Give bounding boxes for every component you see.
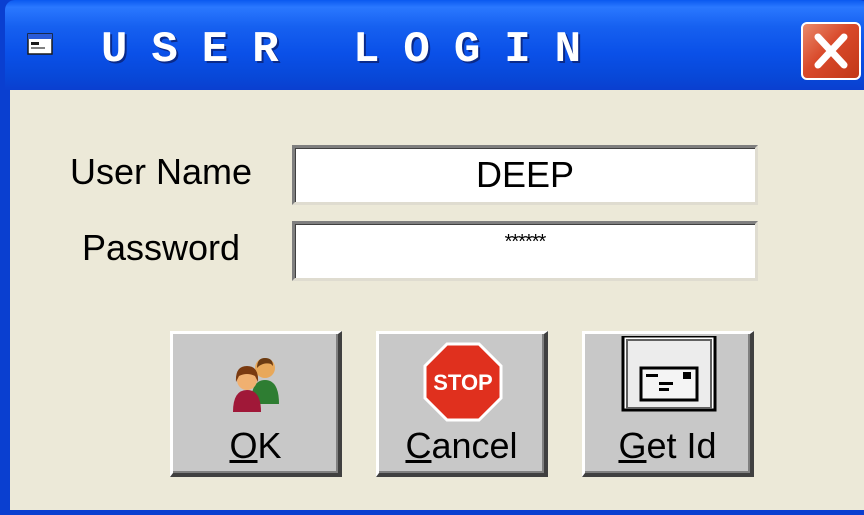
window-icon — [27, 33, 53, 55]
ok-button[interactable]: OK — [170, 331, 342, 477]
users-icon — [233, 358, 279, 412]
stop-sign-icon: STOP — [423, 342, 503, 422]
close-icon — [814, 33, 848, 69]
password-label: Password — [82, 227, 241, 268]
password-value: ****** — [504, 231, 547, 253]
username-label: User Name — [70, 151, 253, 192]
ok-button-label: OK — [229, 425, 282, 466]
get-id-button[interactable]: Get Id — [582, 331, 754, 477]
dialog-body: User Name DEEP Password ****** OK STOP C… — [10, 90, 864, 510]
username-value: DEEP — [475, 154, 575, 195]
title-bar[interactable]: USER LOGIN — [5, 0, 864, 90]
login-window: USER LOGIN User Name DEEP Password *****… — [0, 0, 864, 515]
id-card-icon — [621, 336, 717, 412]
cancel-button[interactable]: STOP Cancel — [376, 331, 548, 477]
get-id-button-label: Get Id — [618, 425, 717, 466]
svg-text:STOP: STOP — [433, 370, 493, 395]
username-field[interactable]: DEEP — [292, 145, 758, 205]
cancel-button-label: Cancel — [405, 425, 518, 466]
password-field[interactable]: ****** — [292, 221, 758, 281]
window-title: USER LOGIN — [101, 25, 606, 75]
close-button[interactable] — [801, 22, 861, 80]
